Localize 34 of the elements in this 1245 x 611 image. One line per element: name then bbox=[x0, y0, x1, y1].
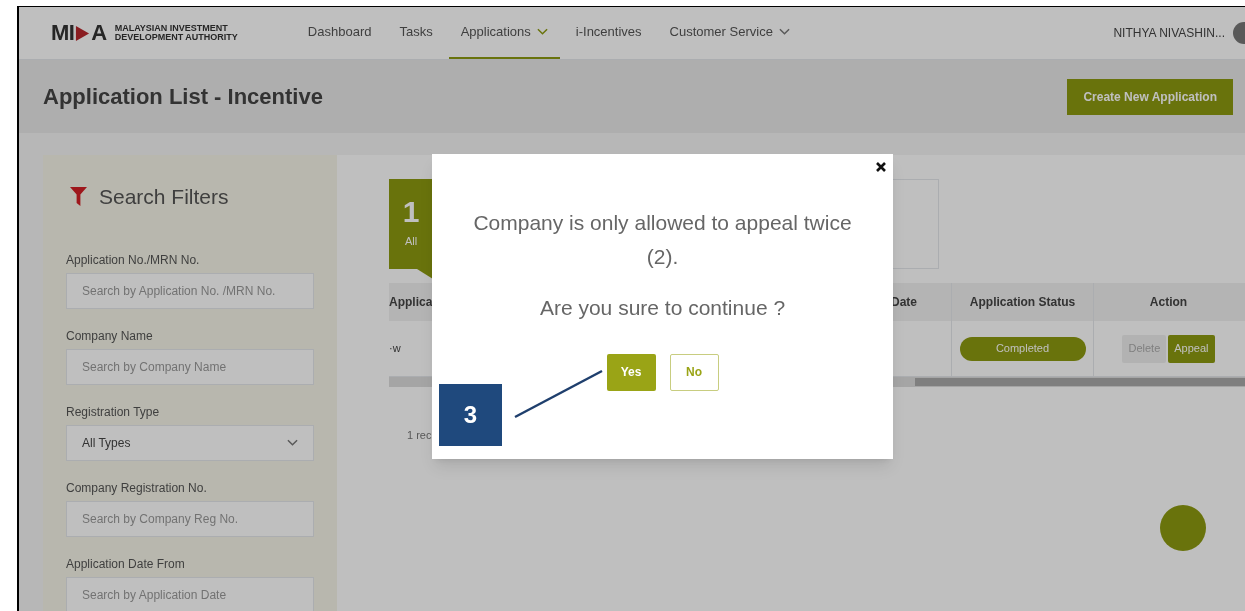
dialog-question: Are you sure to continue ? bbox=[539, 295, 786, 321]
step-number-badge: 3 bbox=[439, 384, 502, 446]
nav-tab[interactable]: i-Incentives bbox=[563, 7, 654, 59]
chevron-down-icon bbox=[536, 28, 548, 36]
filter-title: Search Filters bbox=[99, 184, 229, 210]
close-icon[interactable] bbox=[875, 161, 887, 173]
search-field[interactable]: Search by Company Reg No. bbox=[66, 500, 314, 537]
column-header: Applica bbox=[389, 295, 433, 309]
status-badge: Completed bbox=[959, 336, 1086, 361]
field-label: Company Name bbox=[66, 327, 154, 345]
logo-mark: MI A bbox=[51, 22, 107, 44]
registration-type-dropdown[interactable]: All Types bbox=[66, 424, 314, 461]
field-label: Company Registration No. bbox=[66, 479, 208, 497]
nav-tab[interactable]: Customer Service bbox=[657, 7, 802, 59]
table-cell-text: ·w bbox=[389, 341, 402, 357]
search-field[interactable]: Search by Application Date bbox=[66, 576, 314, 611]
chevron-down-icon bbox=[287, 438, 298, 447]
nav-tab[interactable]: Dashboard bbox=[295, 7, 384, 59]
field-label: Registration Type bbox=[66, 403, 161, 421]
logo-text: MALAYSIAN INVESTMENT DEVELOPMENT AUTHORITY bbox=[114, 24, 238, 42]
chevron-down-icon bbox=[778, 28, 790, 36]
column-header: Application Status bbox=[951, 283, 1093, 321]
floating-action-button[interactable] bbox=[1160, 505, 1206, 551]
nav-tab[interactable]: Tasks bbox=[387, 7, 445, 59]
user-name[interactable]: NITHYA NIVASHIN... bbox=[1113, 24, 1225, 42]
filter-icon bbox=[70, 187, 87, 207]
field-label: Application No./MRN No. bbox=[66, 251, 201, 269]
dialog-message: Company is only allowed to appeal twice (2). bbox=[472, 210, 853, 270]
field-label: Application Date From bbox=[66, 555, 186, 573]
records-count: 1 rec bbox=[406, 428, 433, 443]
search-field[interactable]: Search by Company Name bbox=[66, 348, 314, 385]
page-title: Application List - Incentive bbox=[43, 83, 323, 111]
search-field[interactable]: Search by Application No. /MRN No. bbox=[66, 272, 314, 309]
column-header: Action bbox=[1093, 283, 1243, 321]
